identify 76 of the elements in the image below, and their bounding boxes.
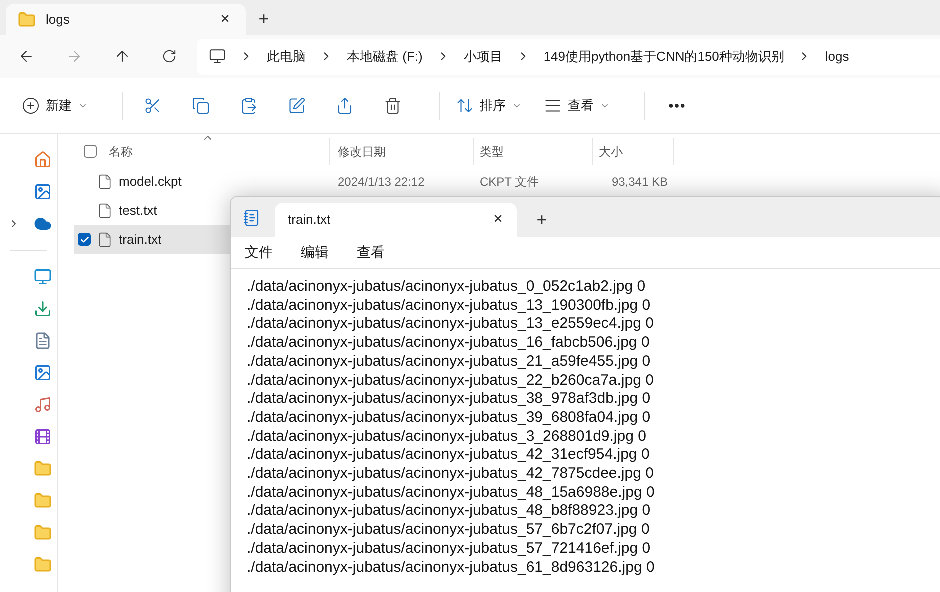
breadcrumb-item[interactable]: 此电脑 bbox=[267, 46, 306, 66]
text-line: ./data/acinonyx-jubatus/acinonyx-jubatus_38_978af3db.jpg 0 bbox=[247, 390, 651, 409]
text-line: ./data/acinonyx-jubatus/acinonyx-jubatus_16_fabcb506.jpg 0 bbox=[247, 334, 650, 353]
text-line: ./data/acinonyx-jubatus/acinonyx-jubatus_48_15a6988e.jpg 0 bbox=[247, 484, 655, 502]
sort-icon bbox=[456, 96, 474, 114]
cut-icon[interactable] bbox=[144, 96, 162, 114]
text-line: ./data/acinonyx-jubatus/acinonyx-jubatus_57_6b7c2f07.jpg 0 bbox=[247, 521, 650, 540]
up-icon[interactable] bbox=[114, 48, 131, 65]
toolbar-menu-button[interactable]: 排序 bbox=[454, 90, 524, 122]
text-editor[interactable] bbox=[231, 268, 940, 578]
new-tab-button[interactable]: + bbox=[246, 4, 282, 35]
delete-icon[interactable] bbox=[384, 96, 402, 114]
breadcrumb-item[interactable]: logs bbox=[825, 46, 850, 66]
cloud-icon[interactable] bbox=[34, 215, 52, 233]
rename-icon[interactable] bbox=[288, 96, 306, 114]
text-line: ./data/acinonyx-jubatus/acinonyx-jubatus_13_e2559ec4.jpg 0 bbox=[247, 315, 654, 334]
text-line: ./data/acinonyx-jubatus/acinonyx-jubatus_61_8d963126.jpg 0 bbox=[247, 558, 655, 578]
copy-icon[interactable] bbox=[192, 96, 210, 114]
document-icon[interactable] bbox=[34, 332, 52, 350]
gallery-icon[interactable] bbox=[34, 183, 52, 201]
new-tab-button[interactable]: + bbox=[517, 203, 567, 237]
select-all-checkbox[interactable] bbox=[84, 145, 97, 158]
breadcrumb-item[interactable]: 本地磁盘 (F:) bbox=[347, 46, 423, 66]
file-icon bbox=[97, 230, 113, 248]
document-tab[interactable]: train.txt × bbox=[275, 203, 517, 237]
toolbar-menu-button[interactable]: 新建 bbox=[20, 90, 90, 122]
menu-item[interactable]: 编辑 bbox=[301, 242, 329, 263]
address-field[interactable]: 此电脑 本地磁盘 (F:) 小项目 149使用python基于CNN的150种动物识别 logs bbox=[197, 38, 940, 74]
paste-icon[interactable] bbox=[240, 96, 258, 114]
file-name: test.txt bbox=[119, 202, 158, 220]
picture-icon[interactable] bbox=[34, 364, 52, 382]
back-icon[interactable] bbox=[18, 48, 35, 65]
tab-title: train.txt bbox=[288, 211, 332, 230]
share-icon[interactable] bbox=[336, 96, 354, 114]
file-size: 93,341 KB bbox=[610, 174, 669, 190]
folder-icon bbox=[18, 10, 36, 28]
text-line: ./data/acinonyx-jubatus/acinonyx-jubatus_42_31ecf954.jpg 0 bbox=[247, 446, 650, 466]
file-name: train.txt bbox=[119, 230, 162, 249]
row-checkbox[interactable] bbox=[78, 233, 91, 246]
text-line: ./data/acinonyx-jubatus/acinonyx-jubatus_48_b8f88923.jpg 0 bbox=[247, 502, 651, 522]
close-tab-button[interactable]: × bbox=[490, 208, 507, 232]
file-name: model.ckpt bbox=[119, 172, 182, 191]
text-line: ./data/acinonyx-jubatus/acinonyx-jubatus_0_052c1ab2.jpg 0 bbox=[247, 278, 646, 297]
computer-icon bbox=[209, 48, 226, 65]
file-row[interactable]: train.txt bbox=[74, 225, 230, 254]
column-header[interactable]: 大小 bbox=[593, 138, 674, 165]
download-icon[interactable] bbox=[34, 300, 52, 318]
breadcrumb-item[interactable]: 149使用python基于CNN的150种动物识别 bbox=[544, 46, 784, 66]
text-line: ./data/acinonyx-jubatus/acinonyx-jubatus_21_a59fe455.jpg 0 bbox=[247, 352, 651, 372]
notepad-icon bbox=[243, 208, 261, 228]
text-line: ./data/acinonyx-jubatus/acinonyx-jubatus_57_721416ef.jpg 0 bbox=[247, 540, 651, 559]
column-header[interactable]: 名称 bbox=[109, 142, 133, 160]
file-icon bbox=[97, 202, 113, 220]
close-tab-button[interactable]: × bbox=[216, 8, 234, 32]
menu-item[interactable]: 查看 bbox=[357, 242, 385, 263]
music-icon[interactable] bbox=[34, 396, 52, 414]
text-line: ./data/acinonyx-jubatus/acinonyx-jubatus_39_6808fa04.jpg 0 bbox=[247, 408, 651, 428]
toolbar-menu-button[interactable]: 查看 bbox=[542, 90, 612, 122]
modified-date: 2024/1/13 22:12 bbox=[337, 174, 426, 190]
folder-tab[interactable]: logs × bbox=[6, 4, 246, 35]
file-type: CKPT 文件 bbox=[479, 174, 540, 190]
column-header[interactable]: 修改日期 bbox=[330, 138, 474, 165]
refresh-icon[interactable] bbox=[162, 49, 177, 64]
breadcrumb-item[interactable]: 小项目 bbox=[464, 46, 503, 66]
video-icon[interactable] bbox=[34, 428, 52, 446]
text-line: ./data/acinonyx-jubatus/acinonyx-jubatus_13_190300fb.jpg 0 bbox=[247, 296, 651, 316]
text-line: ./data/acinonyx-jubatus/acinonyx-jubatus_22_b260ca7a.jpg 0 bbox=[247, 372, 654, 390]
menu-item[interactable]: 文件 bbox=[245, 242, 273, 263]
tab-title: logs bbox=[46, 10, 71, 29]
add-icon bbox=[22, 96, 40, 114]
text-line: ./data/acinonyx-jubatus/acinonyx-jubatus_42_7875cdee.jpg 0 bbox=[247, 465, 654, 484]
file-icon bbox=[97, 172, 113, 190]
desktop-icon[interactable] bbox=[34, 268, 52, 286]
column-header[interactable]: 类型 bbox=[474, 138, 593, 165]
text-line: ./data/acinonyx-jubatus/acinonyx-jubatus_3_268801d9.jpg 0 bbox=[247, 428, 646, 446]
home-icon[interactable] bbox=[34, 151, 52, 169]
